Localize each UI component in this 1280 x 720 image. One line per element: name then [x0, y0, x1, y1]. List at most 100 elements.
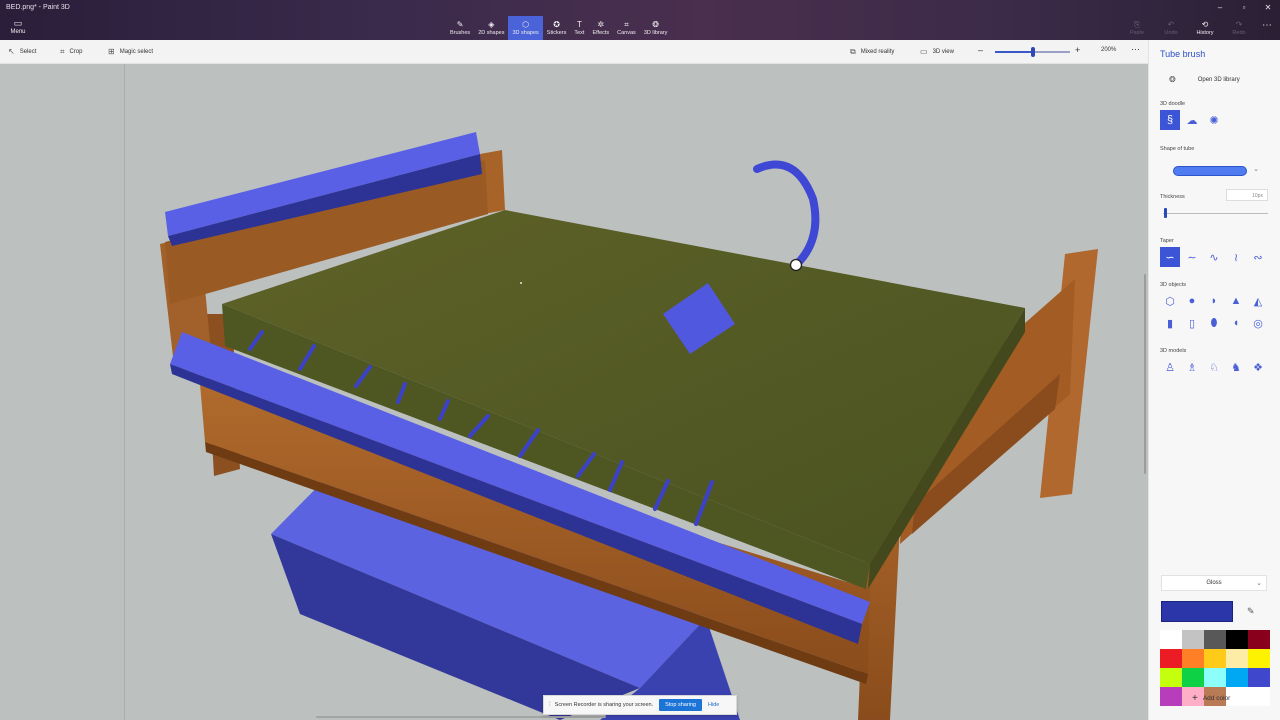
woman-model-icon[interactable]: ♗ — [1182, 357, 1202, 377]
palette-swatch[interactable] — [1160, 687, 1182, 706]
3d-objects-row-2: ▮ ▯ ⬮ ◖ ◎ — [1160, 313, 1268, 333]
palette-swatch[interactable] — [1226, 649, 1248, 668]
palette-swatch[interactable] — [1226, 630, 1248, 649]
taper-start-icon[interactable]: ∼ — [1182, 247, 1202, 267]
sphere-icon[interactable]: ● — [1182, 291, 1202, 311]
zoom-slider-thumb[interactable] — [1030, 47, 1035, 57]
subbar-more-icon[interactable]: ⋯ — [1131, 44, 1140, 55]
man-model-icon[interactable]: ♙ — [1160, 357, 1180, 377]
tool-brushes[interactable]: ✎ Brushes — [446, 16, 474, 40]
paste-button[interactable]: ⎘ Paste — [1120, 16, 1154, 40]
menu-button[interactable]: ▭ Menu — [6, 18, 30, 38]
3d-view-label: 3D view — [932, 48, 954, 55]
redo-icon: ↷ — [1235, 20, 1243, 29]
palette-swatch[interactable] — [1204, 649, 1226, 668]
curved-cylinder-icon[interactable]: ◖ — [1226, 313, 1246, 333]
palette-swatch[interactable] — [1248, 630, 1270, 649]
magic-select-icon: ⊞ — [108, 47, 115, 56]
sharp-doodle-icon[interactable]: ✺ — [1204, 110, 1224, 130]
vertical-scrollbar[interactable] — [1144, 274, 1146, 474]
palette-swatch[interactable] — [1182, 630, 1204, 649]
soft-doodle-icon[interactable]: ☁ — [1182, 110, 1202, 130]
palette-swatch[interactable] — [1160, 649, 1182, 668]
taper-both-icon[interactable]: ≀ — [1226, 247, 1246, 267]
tool-3d-library[interactable]: ❂ 3D library — [640, 16, 672, 40]
library-icon: ❂ — [1169, 75, 1176, 84]
canvas-area[interactable] — [0, 64, 1148, 720]
palette-swatch[interactable] — [1182, 668, 1204, 687]
current-color-swatch[interactable] — [1161, 601, 1233, 622]
taper-none-icon[interactable]: ∽ — [1160, 247, 1180, 267]
cursor-icon: ↖ — [8, 47, 15, 56]
capsule-icon[interactable]: ⬮ — [1204, 313, 1224, 333]
tube-stroke[interactable] — [753, 160, 820, 268]
donut-icon[interactable]: ◎ — [1248, 313, 1268, 333]
open-3d-library-button[interactable]: ❂ Open 3D library — [1169, 75, 1240, 84]
eyedropper-icon[interactable]: ✎ — [1247, 606, 1255, 617]
screen-recorder-bar: ⁞ Screen Recorder is sharing your screen… — [543, 695, 737, 715]
palette-swatch[interactable] — [1160, 668, 1182, 687]
taper-end-icon[interactable]: ∿ — [1204, 247, 1224, 267]
fish-model-icon[interactable]: ❖ — [1248, 357, 1268, 377]
thickness-slider-thumb[interactable] — [1164, 208, 1168, 218]
hemisphere-icon[interactable]: ◗ — [1204, 291, 1224, 311]
material-dropdown[interactable]: Gloss ⌄ — [1161, 575, 1267, 591]
3d-models-row: ♙ ♗ ♘ ♞ ❖ — [1160, 357, 1268, 377]
stop-sharing-button[interactable]: Stop sharing — [659, 699, 702, 711]
history-label: History — [1196, 30, 1214, 36]
palette-swatch[interactable] — [1160, 630, 1182, 649]
tool-effects[interactable]: ✲ Effects — [588, 16, 613, 40]
tool-3d-shapes-label: 3D shapes — [512, 29, 539, 36]
palette-swatch[interactable] — [1204, 668, 1226, 687]
cat-model-icon[interactable]: ♞ — [1226, 357, 1246, 377]
taper-middle-icon[interactable]: ∾ — [1248, 247, 1268, 267]
thickness-slider[interactable] — [1163, 208, 1268, 218]
palette-swatch[interactable] — [1248, 668, 1270, 687]
tool-2d-shapes[interactable]: ◈ 2D shapes — [474, 16, 508, 40]
chevron-down-icon: ⌄ — [1253, 166, 1259, 173]
cube-icon[interactable]: ⬡ — [1160, 291, 1180, 311]
redo-button[interactable]: ↷ Redo — [1222, 16, 1256, 40]
hide-button[interactable]: Hide — [708, 702, 719, 708]
tube-icon[interactable]: ▯ — [1182, 313, 1202, 333]
maximize-button[interactable]: ▫ — [1232, 0, 1256, 16]
thickness-input[interactable]: 10px — [1226, 189, 1268, 201]
cone-icon[interactable]: ▲ — [1226, 291, 1246, 311]
select-tool[interactable]: ↖ Select — [8, 47, 36, 56]
magic-select-tool[interactable]: ⊞ Magic select — [108, 47, 153, 56]
tool-3d-shapes[interactable]: ⬡ 3D shapes — [508, 16, 543, 40]
pyramid-icon[interactable]: ◭ — [1248, 291, 1268, 311]
undo-button[interactable]: ↶ Undo — [1154, 16, 1188, 40]
tool-stickers[interactable]: ✪ Stickers — [543, 16, 571, 40]
tube-shape-dropdown[interactable]: ⌄ — [1171, 165, 1259, 177]
tube-doodle-icon[interactable]: § — [1160, 110, 1180, 130]
cylinder-icon[interactable]: ▮ — [1160, 313, 1180, 333]
palette-swatch[interactable] — [1248, 649, 1270, 668]
history-button[interactable]: ⟲ History — [1188, 16, 1222, 40]
zoom-out-button[interactable]: – — [978, 45, 983, 55]
more-options-icon[interactable]: ⋯ — [1262, 20, 1272, 31]
add-color-button[interactable]: + Add color — [1192, 693, 1230, 704]
tool-canvas[interactable]: ⌗ Canvas — [613, 16, 640, 40]
close-button[interactable]: ✕ — [1256, 0, 1280, 16]
zoom-slider[interactable] — [995, 47, 1070, 57]
tool-text[interactable]: T Text — [570, 16, 588, 40]
palette-swatch[interactable] — [1182, 649, 1204, 668]
add-color-label: Add color — [1202, 695, 1231, 702]
dog-model-icon[interactable]: ♘ — [1204, 357, 1224, 377]
horizontal-scrollbar[interactable] — [316, 716, 606, 718]
mixed-reality-button[interactable]: ⧉ Mixed reality — [850, 47, 894, 57]
palette-swatch[interactable] — [1248, 687, 1270, 706]
drag-handle-icon[interactable]: ⁞ — [549, 702, 551, 708]
material-label: Gloss — [1206, 580, 1222, 586]
crop-tool[interactable]: ⌗ Crop — [60, 47, 83, 57]
minimize-button[interactable]: – — [1208, 0, 1232, 16]
3d-view-toggle[interactable]: ▭ 3D view — [920, 47, 954, 56]
effects-icon: ✲ — [597, 19, 605, 29]
title-bar: BED.png* - Paint 3D ▭ Menu ✎ Brushes ◈ 2D s… — [0, 0, 1280, 40]
zoom-in-button[interactable]: + — [1075, 45, 1080, 55]
palette-swatch[interactable] — [1226, 668, 1248, 687]
palette-swatch[interactable] — [1204, 630, 1226, 649]
paste-label: Paste — [1129, 30, 1145, 36]
3d-scene[interactable] — [0, 64, 1148, 720]
